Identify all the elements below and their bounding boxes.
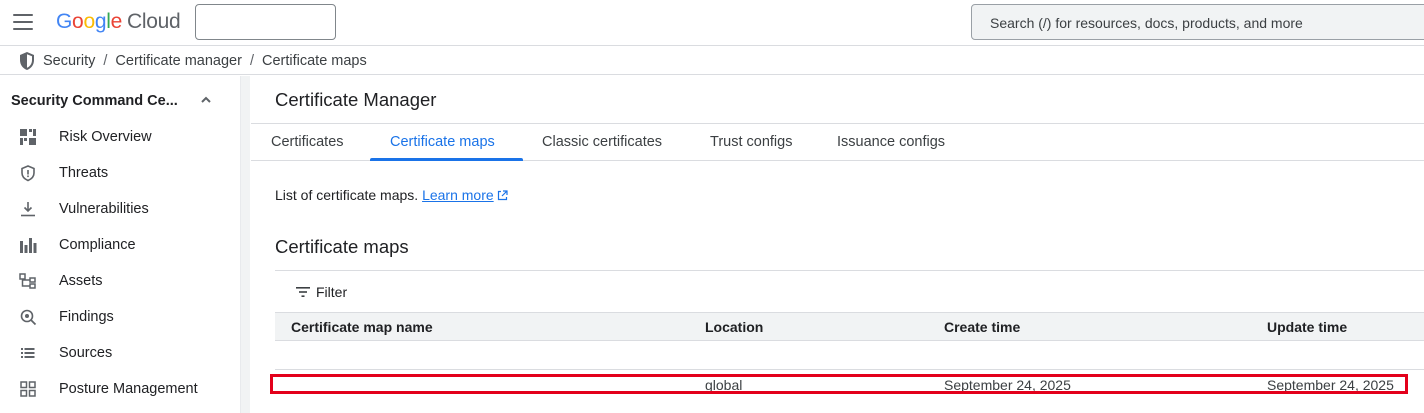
column-header-update-time[interactable]: Update time (1267, 319, 1347, 335)
column-header-create-time[interactable]: Create time (944, 319, 1020, 335)
sidebar-item-label: Posture Management (59, 381, 198, 397)
sidebar-item-sources[interactable]: Sources (0, 335, 240, 371)
top-bar: Google Cloud Search (/) for resources, do… (0, 0, 1424, 46)
filter-label: Filter (316, 284, 348, 300)
tab-certificate-maps[interactable]: Certificate maps (390, 134, 495, 150)
filter-bar[interactable]: Filter (275, 270, 1424, 312)
learn-more-link[interactable]: Learn more (422, 187, 494, 203)
tab-issuance-configs[interactable]: Issuance configs (837, 134, 945, 150)
menu-icon[interactable] (13, 14, 33, 30)
sidebar-scrollbar[interactable] (240, 76, 250, 413)
sidebar: Security Command Ce... Risk Overview Thr… (0, 76, 240, 413)
main-content: Certificate Manager Certificates Certifi… (251, 76, 1424, 413)
dashboard-icon (20, 129, 36, 145)
breadcrumb: Security / Certificate manager / Certificate… (0, 47, 1424, 75)
sidebar-item-label: Compliance (59, 237, 136, 253)
table-spacer-row (275, 341, 1424, 370)
column-header-location[interactable]: Location (705, 319, 763, 335)
sidebar-item-label: Risk Overview (59, 129, 152, 145)
description-text: List of certificate maps. (275, 187, 419, 203)
tab-classic-certificates[interactable]: Classic certificates (542, 134, 662, 150)
tab-bar: Certificates Certificate maps Classic ce… (251, 123, 1424, 161)
search-input[interactable]: Search (/) for resources, docs, products… (971, 4, 1424, 40)
sidebar-item-posture-management[interactable]: Posture Management (0, 371, 240, 407)
shield-icon (20, 52, 34, 70)
sidebar-item-assets[interactable]: Assets (0, 263, 240, 299)
sidebar-item-label: Findings (59, 309, 114, 325)
project-picker[interactable] (195, 4, 336, 40)
table-header: Certificate map name Location Create tim… (275, 312, 1424, 341)
tab-certificates[interactable]: Certificates (271, 134, 344, 150)
sidebar-item-label: Assets (59, 273, 103, 289)
column-header-name[interactable]: Certificate map name (291, 319, 433, 335)
list-icon (21, 348, 35, 358)
sidebar-item-label: Vulnerabilities (59, 201, 149, 217)
sidebar-header[interactable]: Security Command Ce... (11, 93, 178, 109)
search-placeholder: Search (/) for resources, docs, products… (990, 15, 1303, 31)
breadcrumb-separator: / (249, 53, 254, 69)
chevron-up-icon[interactable] (200, 94, 212, 106)
breadcrumb-certificate-maps: Certificate maps (261, 53, 367, 69)
active-tab-indicator (370, 158, 523, 161)
bar-chart-icon (20, 238, 37, 253)
highlight-box (270, 374, 1408, 394)
sidebar-item-findings[interactable]: Findings (0, 299, 240, 335)
sidebar-item-compliance[interactable]: Compliance (0, 227, 240, 263)
search-findings-icon (20, 309, 37, 326)
sidebar-item-label: Threats (59, 165, 109, 181)
page-description: List of certificate maps. Learn more (275, 187, 508, 203)
sidebar-item-risk-overview[interactable]: Risk Overview (0, 119, 240, 155)
external-link-icon[interactable] (497, 190, 508, 201)
breadcrumb-security[interactable]: Security (43, 53, 95, 69)
google-cloud-logo[interactable]: Google Cloud (56, 10, 181, 34)
grid-icon (20, 381, 36, 397)
page-title: Certificate Manager (275, 89, 437, 110)
shield-alert-icon (21, 165, 35, 182)
breadcrumb-certificate-manager[interactable]: Certificate manager (115, 53, 242, 69)
section-title: Certificate maps (275, 236, 409, 257)
tab-trust-configs[interactable]: Trust configs (710, 134, 792, 150)
filter-icon (296, 287, 310, 297)
breadcrumb-separator: / (103, 53, 108, 69)
sidebar-item-threats[interactable]: Threats (0, 155, 240, 191)
download-icon (21, 202, 35, 217)
hierarchy-icon (19, 273, 36, 289)
sidebar-item-vulnerabilities[interactable]: Vulnerabilities (0, 191, 240, 227)
sidebar-item-label: Sources (59, 345, 113, 361)
